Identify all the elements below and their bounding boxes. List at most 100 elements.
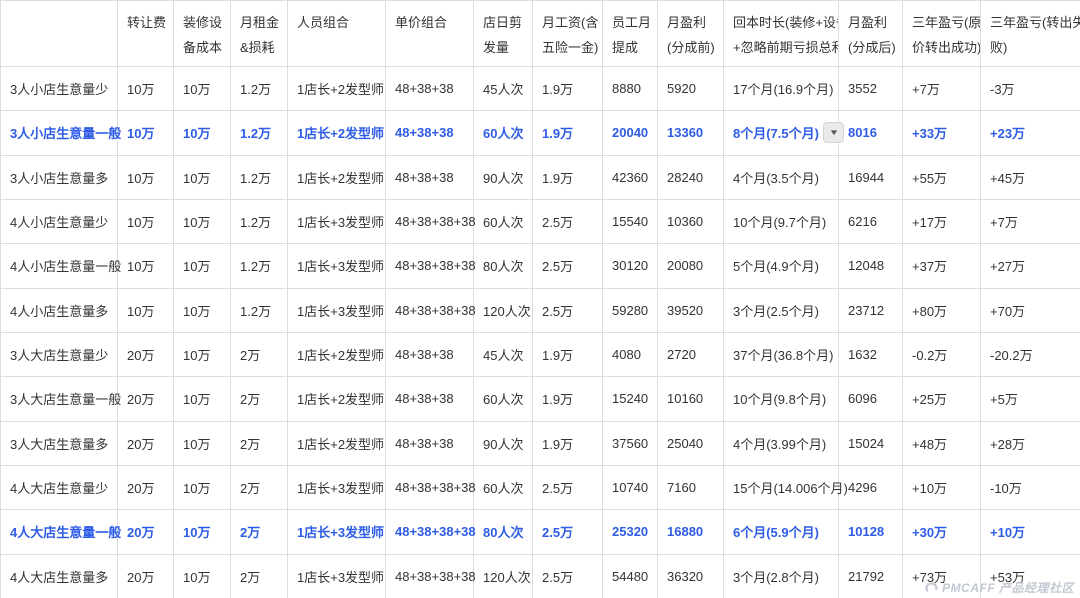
data-cell[interactable]: 10160: [658, 377, 724, 421]
data-cell[interactable]: 2.5万: [533, 199, 603, 243]
data-cell[interactable]: 1店长+3发型师: [288, 199, 386, 243]
data-cell[interactable]: 10万: [118, 288, 174, 332]
data-cell[interactable]: 1.2万: [231, 111, 288, 155]
data-cell[interactable]: 1.9万: [533, 421, 603, 465]
data-cell[interactable]: 48+38+38+38: [386, 288, 474, 332]
data-cell[interactable]: 120人次: [474, 288, 533, 332]
data-cell[interactable]: 10128: [839, 510, 903, 554]
data-cell[interactable]: 10360: [658, 199, 724, 243]
data-cell[interactable]: 8个月(7.5个月)▼: [724, 111, 839, 155]
data-cell[interactable]: 1.9万: [533, 155, 603, 199]
column-header[interactable]: 人员组合: [288, 1, 386, 67]
data-cell[interactable]: 30120: [603, 244, 658, 288]
data-cell[interactable]: +30万: [903, 510, 981, 554]
column-header[interactable]: 月盈利(分成后): [839, 1, 903, 67]
data-cell[interactable]: 1.2万: [231, 67, 288, 111]
data-cell[interactable]: 36320: [658, 554, 724, 598]
data-cell[interactable]: 1店长+2发型师: [288, 421, 386, 465]
data-cell[interactable]: 5920: [658, 67, 724, 111]
data-cell[interactable]: 2万: [231, 510, 288, 554]
column-header[interactable]: 店日剪发量: [474, 1, 533, 67]
row-label-cell[interactable]: 4人小店生意量一般: [1, 244, 118, 288]
data-cell[interactable]: 10740: [603, 465, 658, 509]
data-cell[interactable]: 80人次: [474, 244, 533, 288]
data-cell[interactable]: 10万: [174, 199, 231, 243]
data-cell[interactable]: 10万: [174, 244, 231, 288]
data-cell[interactable]: 2.5万: [533, 465, 603, 509]
data-cell[interactable]: -3万: [981, 67, 1080, 111]
data-cell[interactable]: 4个月(3.5个月): [724, 155, 839, 199]
data-cell[interactable]: 16944: [839, 155, 903, 199]
data-cell[interactable]: 10万: [118, 111, 174, 155]
data-cell[interactable]: 1.2万: [231, 244, 288, 288]
data-cell[interactable]: 10万: [118, 67, 174, 111]
data-cell[interactable]: 45人次: [474, 67, 533, 111]
column-header[interactable]: 转让费: [118, 1, 174, 67]
data-cell[interactable]: 10万: [174, 67, 231, 111]
data-cell[interactable]: 15个月(14.006个月): [724, 465, 839, 509]
data-cell[interactable]: 15240: [603, 377, 658, 421]
row-label-cell[interactable]: 3人大店生意量多: [1, 421, 118, 465]
data-cell[interactable]: 1店长+2发型师: [288, 155, 386, 199]
data-cell[interactable]: +55万: [903, 155, 981, 199]
row-label-cell[interactable]: 4人大店生意量一般: [1, 510, 118, 554]
row-label-cell[interactable]: 3人大店生意量一般: [1, 377, 118, 421]
data-cell[interactable]: 48+38+38+38: [386, 465, 474, 509]
data-cell[interactable]: +37万: [903, 244, 981, 288]
data-cell[interactable]: 21792: [839, 554, 903, 598]
data-cell[interactable]: 120人次: [474, 554, 533, 598]
data-cell[interactable]: 3552: [839, 67, 903, 111]
data-cell[interactable]: 2.5万: [533, 510, 603, 554]
data-cell[interactable]: 1632: [839, 332, 903, 376]
data-cell[interactable]: 1.9万: [533, 111, 603, 155]
data-cell[interactable]: 17个月(16.9个月): [724, 67, 839, 111]
data-cell[interactable]: 48+38+38: [386, 332, 474, 376]
column-header[interactable]: 三年盈亏(转出失败): [981, 1, 1080, 67]
row-label-cell[interactable]: 3人大店生意量少: [1, 332, 118, 376]
data-cell[interactable]: +33万: [903, 111, 981, 155]
row-label-cell[interactable]: 4人小店生意量多: [1, 288, 118, 332]
data-cell[interactable]: 23712: [839, 288, 903, 332]
data-cell[interactable]: 48+38+38+38: [386, 244, 474, 288]
data-cell[interactable]: 10万: [174, 465, 231, 509]
data-cell[interactable]: 39520: [658, 288, 724, 332]
data-cell[interactable]: 48+38+38+38: [386, 510, 474, 554]
data-cell[interactable]: 2.5万: [533, 554, 603, 598]
row-label-cell[interactable]: 3人小店生意量少: [1, 67, 118, 111]
data-cell[interactable]: 20080: [658, 244, 724, 288]
data-cell[interactable]: 37560: [603, 421, 658, 465]
data-cell[interactable]: 59280: [603, 288, 658, 332]
data-cell[interactable]: 5个月(4.9个月): [724, 244, 839, 288]
data-cell[interactable]: 60人次: [474, 377, 533, 421]
data-cell[interactable]: 10万: [174, 421, 231, 465]
data-cell[interactable]: 10万: [174, 332, 231, 376]
corner-cell[interactable]: [1, 1, 118, 67]
data-cell[interactable]: 80人次: [474, 510, 533, 554]
data-cell[interactable]: 10万: [118, 199, 174, 243]
data-cell[interactable]: +10万: [903, 465, 981, 509]
data-cell[interactable]: 10万: [118, 155, 174, 199]
data-cell[interactable]: 45人次: [474, 332, 533, 376]
data-cell[interactable]: 10万: [118, 244, 174, 288]
data-cell[interactable]: 8880: [603, 67, 658, 111]
data-cell[interactable]: 42360: [603, 155, 658, 199]
data-cell[interactable]: 1店长+3发型师: [288, 288, 386, 332]
data-cell[interactable]: 1.9万: [533, 67, 603, 111]
data-cell[interactable]: 37个月(36.8个月): [724, 332, 839, 376]
data-cell[interactable]: 1店长+2发型师: [288, 332, 386, 376]
data-cell[interactable]: 2万: [231, 554, 288, 598]
data-cell[interactable]: 20万: [118, 554, 174, 598]
column-header[interactable]: 装修设备成本: [174, 1, 231, 67]
data-cell[interactable]: 48+38+38: [386, 67, 474, 111]
data-cell[interactable]: 4个月(3.99个月): [724, 421, 839, 465]
data-cell[interactable]: -10万: [981, 465, 1080, 509]
data-cell[interactable]: 48+38+38+38: [386, 554, 474, 598]
data-cell[interactable]: 1店长+2发型师: [288, 67, 386, 111]
data-cell[interactable]: 6096: [839, 377, 903, 421]
data-cell[interactable]: 1店长+2发型师: [288, 377, 386, 421]
data-cell[interactable]: 1.2万: [231, 288, 288, 332]
data-cell[interactable]: 6216: [839, 199, 903, 243]
data-cell[interactable]: +45万: [981, 155, 1080, 199]
data-cell[interactable]: 2720: [658, 332, 724, 376]
data-cell[interactable]: 3个月(2.8个月): [724, 554, 839, 598]
